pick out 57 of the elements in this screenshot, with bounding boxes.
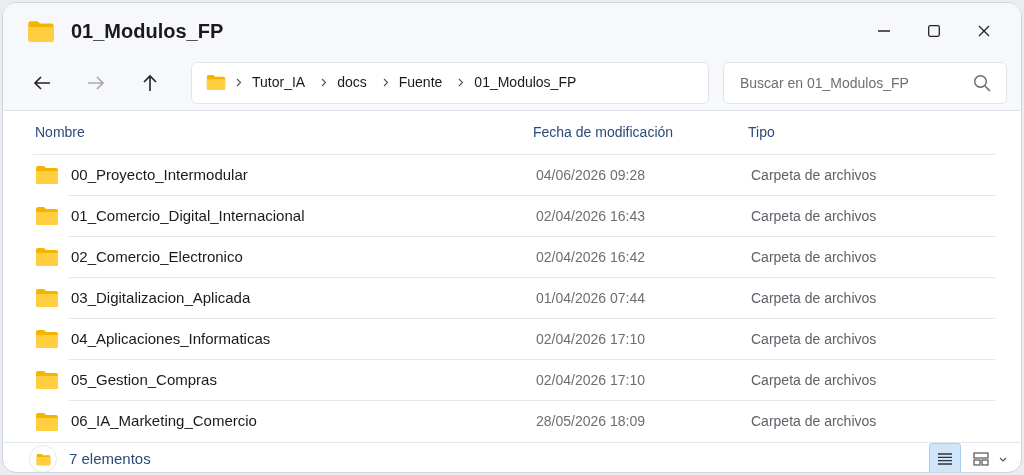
folder-icon [35, 288, 59, 308]
view-toggle-button[interactable] [929, 443, 961, 472]
modified-date: 02/04/2026 16:42 [536, 247, 646, 267]
folder-icon [35, 329, 59, 349]
search-field[interactable]: Buscar en 01_Modulos_FP [723, 61, 1007, 104]
modified-date: 02/04/2026 17:10 [536, 329, 646, 349]
window-title: 01_Modulos_FP [71, 19, 224, 44]
folder-icon [35, 452, 51, 466]
item-count: 7 elementos [69, 448, 151, 469]
file-name[interactable]: 05_Gestion_Compras [71, 368, 217, 392]
folder-icon [35, 247, 59, 267]
chevron-icon [321, 78, 328, 87]
folder-icon [27, 19, 55, 43]
forward-arrow-icon [87, 74, 105, 91]
file-type: Carpeta de archivos [751, 329, 877, 349]
file-name[interactable]: 00_Proyecto_Intermodular [71, 163, 248, 187]
file-name[interactable]: 01_Comercio_Digital_Internacional [71, 204, 305, 228]
modified-date: 04/06/2026 09:28 [536, 165, 646, 185]
folder-icon [206, 74, 226, 91]
maximize-icon [928, 25, 940, 37]
breadcrumb-item[interactable]: 01_Modulos_FP [474, 72, 577, 93]
modified-date: 02/04/2026 16:43 [536, 206, 646, 226]
up-arrow-icon [142, 73, 158, 92]
column-header[interactable]: Tipo [748, 122, 775, 143]
file-name[interactable]: 06_IA_Marketing_Comercio [71, 410, 257, 433]
file-type: Carpeta de archivos [751, 165, 877, 185]
back-arrow-icon [33, 74, 51, 91]
file-type: Carpeta de archivos [751, 206, 877, 226]
search-icon [973, 73, 991, 92]
tiles-view-icon [973, 452, 989, 466]
column-header[interactable]: Fecha de modificación [533, 122, 748, 143]
close-icon [978, 25, 990, 37]
modified-date: 28/05/2026 18:09 [536, 412, 646, 431]
address-bar[interactable]: Tutor_IA docs Fuente 01_Modulos_FP [191, 61, 709, 104]
list-view-icon [937, 452, 953, 466]
file-name[interactable]: 04_Aplicaciones_Informaticas [71, 327, 271, 351]
breadcrumb-item[interactable]: docs [337, 72, 367, 93]
file-name[interactable]: 02_Comercio_Electronico [71, 245, 243, 269]
file-type: Carpeta de archivos [751, 288, 877, 308]
file-type: Carpeta de archivos [751, 247, 877, 267]
folder-icon [35, 165, 59, 185]
caret-icon[interactable] [999, 456, 1007, 462]
folder-icon [35, 206, 59, 226]
modified-date: 02/04/2026 17:10 [536, 370, 646, 390]
chevron-icon [382, 78, 389, 87]
chevron-icon [236, 78, 242, 87]
folder-icon [35, 411, 59, 432]
breadcrumb-item[interactable]: Tutor_IA [252, 72, 306, 93]
column-header[interactable]: Nombre [33, 122, 533, 143]
folder-icon [35, 370, 59, 390]
file-name[interactable]: 03_Digitalizacion_Aplicada [71, 286, 251, 310]
chevron-icon [458, 78, 465, 87]
breadcrumb-item[interactable]: Fuente [398, 72, 443, 93]
modified-date: 01/04/2026 07:44 [536, 288, 646, 308]
minimize-icon [878, 30, 890, 32]
file-type: Carpeta de archivos [751, 370, 877, 390]
file-type: Carpeta de archivos [751, 412, 877, 431]
